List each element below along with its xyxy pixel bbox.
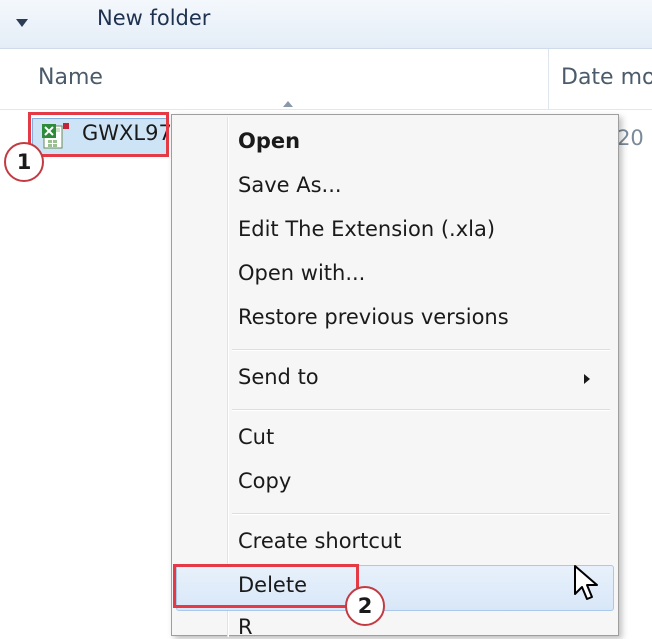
- menu-item-edit-extension[interactable]: Edit The Extension (.xla): [238, 217, 495, 241]
- menu-item-send-to[interactable]: Send to: [238, 365, 319, 389]
- column-header-row: Name Date mo: [0, 49, 652, 110]
- submenu-arrow-icon: [582, 371, 592, 385]
- menu-item-open[interactable]: Open: [238, 129, 300, 153]
- menu-item-create-shortcut[interactable]: Create shortcut: [238, 529, 402, 553]
- menu-item-copy[interactable]: Copy: [238, 469, 291, 493]
- explorer-toolbar: New folder: [0, 0, 652, 49]
- context-menu: Open Save As... Edit The Extension (.xla…: [171, 114, 619, 639]
- annotation-highlight-delete: [173, 564, 359, 608]
- menu-item-restore-previous-versions[interactable]: Restore previous versions: [238, 305, 509, 329]
- new-folder-button[interactable]: New folder: [97, 6, 210, 30]
- menu-item-save-as[interactable]: Save As...: [238, 173, 342, 197]
- menu-separator: [232, 409, 610, 411]
- mouse-pointer-icon: [572, 564, 602, 604]
- menu-item-rename[interactable]: R: [238, 615, 253, 639]
- menu-item-cut[interactable]: Cut: [238, 425, 274, 449]
- menu-separator: [232, 349, 610, 351]
- annotation-highlight-file: [28, 112, 169, 157]
- chevron-down-icon[interactable]: [14, 15, 30, 29]
- sort-ascending-icon: [283, 101, 293, 107]
- menu-separator: [232, 513, 610, 515]
- step-1-badge: 1: [4, 142, 44, 182]
- column-divider[interactable]: [548, 49, 549, 109]
- column-header-name[interactable]: Name: [38, 65, 103, 90]
- step-2-badge: 2: [345, 586, 385, 626]
- menu-item-open-with[interactable]: Open with...: [238, 261, 365, 285]
- menu-gutter-highlight: [228, 117, 229, 637]
- column-header-date-modified[interactable]: Date mo: [561, 65, 652, 90]
